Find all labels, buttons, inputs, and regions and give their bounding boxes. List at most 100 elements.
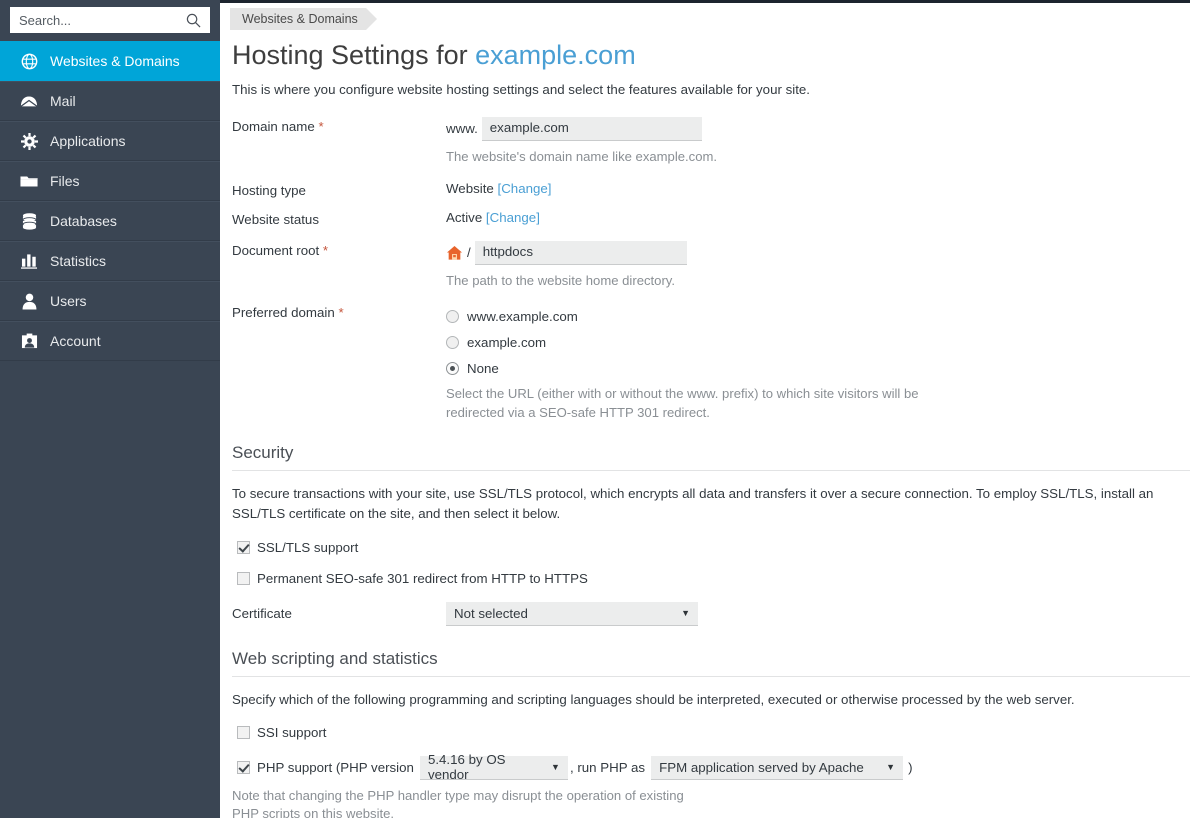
domain-name-label: Domain name *: [230, 113, 446, 134]
checkbox-label: Permanent SEO-safe 301 redirect from HTT…: [257, 570, 588, 586]
sidebar-item-label: Statistics: [50, 253, 107, 269]
preferred-domain-hint-line1: Select the URL (either with or without t…: [446, 386, 919, 402]
sidebar-item-applications[interactable]: Applications: [0, 121, 220, 161]
sidebar-item-label: Databases: [50, 213, 117, 229]
checkbox-box[interactable]: [237, 725, 250, 739]
chevron-down-icon: ▼: [681, 608, 690, 619]
field-row-website-status: Website status Active [Change]: [230, 206, 1190, 227]
label-text: Domain name: [232, 118, 315, 134]
gear-icon: [18, 132, 40, 150]
php-support-label-before: PHP support (PHP version: [257, 760, 414, 776]
required-marker: *: [322, 242, 329, 258]
checkbox-box[interactable]: [237, 571, 250, 585]
document-root-label: Document root *: [230, 237, 446, 258]
preferred-domain-options: www.example.com example.com None Select …: [446, 299, 1190, 422]
folder-icon: [18, 172, 40, 190]
preferred-domain-label: Preferred domain *: [230, 299, 446, 320]
page-title-domain: example.com: [475, 40, 636, 70]
breadcrumb-label: Websites & Domains: [242, 12, 358, 26]
radio-option-example[interactable]: example.com: [446, 329, 1190, 355]
web-scripting-description: Specify which of the following programmi…: [232, 692, 1075, 708]
website-status-value-area: Active [Change]: [446, 206, 1190, 225]
field-row-hosting-type: Hosting type Website [Change]: [230, 177, 1190, 198]
preferred-domain-hint-line2: redirected via a SEO-safe HTTP 301 redir…: [446, 404, 710, 420]
database-icon: [18, 212, 40, 230]
sidebar-item-label: Users: [50, 293, 87, 309]
radio-button[interactable]: [446, 361, 459, 375]
breadcrumb[interactable]: Websites & Domains: [230, 8, 377, 30]
document-root-hint: The path to the website home directory.: [446, 272, 676, 288]
radio-option-none[interactable]: None: [446, 355, 1190, 381]
user-icon: [18, 292, 40, 310]
sidebar-item-account[interactable]: Account: [0, 321, 220, 361]
path-separator: /: [467, 245, 471, 261]
certificate-value-area: Not selected ▼: [446, 601, 1190, 626]
hosting-type-value-area: Website [Change]: [446, 177, 1190, 196]
security-description: To secure transactions with your site, u…: [232, 486, 1154, 521]
required-marker: *: [318, 118, 324, 134]
radio-button[interactable]: [446, 335, 459, 349]
www-prefix: www.: [446, 121, 478, 137]
hosting-type-label: Hosting type: [232, 182, 306, 198]
sidebar-nav: Websites & Domains Mail Applications Fil…: [0, 41, 220, 361]
checkbox-label: SSL/TLS support: [257, 539, 359, 555]
radio-label: example.com: [467, 334, 547, 350]
field-row-domain-name: Domain name * www. The website's domain …: [230, 113, 1190, 166]
certificate-label: Certificate: [232, 605, 292, 621]
sidebar-item-databases[interactable]: Databases: [0, 201, 220, 241]
label-text: Preferred domain: [232, 305, 335, 321]
website-status-value: Active: [446, 209, 483, 225]
checkbox-label: SSI support: [257, 724, 327, 740]
php-note-line2: PHP scripts on this website.: [232, 806, 395, 818]
sidebar-item-websites-domains[interactable]: Websites & Domains: [0, 41, 220, 81]
main-content: Websites & Domains Hosting Settings for …: [220, 0, 1190, 818]
sidebar-item-files[interactable]: Files: [0, 161, 220, 201]
search-box[interactable]: [10, 7, 210, 33]
certificate-select[interactable]: Not selected ▼: [446, 601, 698, 626]
sidebar-item-statistics[interactable]: Statistics: [0, 241, 220, 281]
php-support-label-middle: , run PHP as: [569, 760, 646, 776]
id-card-icon: [18, 332, 40, 350]
sidebar-item-users[interactable]: Users: [0, 281, 220, 321]
search-icon[interactable]: [186, 13, 201, 28]
chevron-down-icon: ▼: [551, 762, 560, 773]
bar-chart-icon: [18, 252, 40, 270]
domain-name-input[interactable]: [481, 116, 702, 141]
domain-name-value-area: www. The website's domain name like exam…: [446, 113, 1190, 166]
page-title-prefix: Hosting Settings for: [232, 40, 476, 70]
field-row-preferred-domain: Preferred domain * www.example.com examp…: [230, 299, 1190, 422]
php-support-row: PHP support (PHP version 5.4.16 by OS ve…: [237, 752, 1190, 782]
website-status-change-link[interactable]: [Change]: [486, 210, 540, 225]
sidebar-item-mail[interactable]: Mail: [0, 81, 220, 121]
sidebar-item-label: Websites & Domains: [50, 53, 180, 69]
hosting-type-value: Website: [446, 180, 494, 196]
php-support-label-after: ): [908, 760, 913, 776]
php-version-select[interactable]: 5.4.16 by OS vendor ▼: [419, 752, 568, 782]
radio-label: www.example.com: [467, 308, 578, 324]
sidebar-item-label: Files: [50, 173, 80, 189]
checkbox-ssl-tls-support[interactable]: SSL/TLS support: [237, 540, 1190, 555]
document-root-input[interactable]: [474, 240, 687, 265]
php-handler-select[interactable]: FPM application served by Apache ▼: [651, 755, 904, 780]
checkbox-ssi-support[interactable]: SSI support: [237, 725, 1190, 740]
checkbox-box[interactable]: [237, 540, 250, 554]
page-title: Hosting Settings for example.com: [232, 40, 1190, 71]
home-icon[interactable]: [446, 245, 463, 261]
sidebar: Websites & Domains Mail: [0, 0, 220, 818]
security-section-heading: Security: [232, 443, 1190, 472]
radio-option-www-example[interactable]: www.example.com: [446, 303, 1190, 329]
radio-button[interactable]: [446, 309, 459, 323]
radio-label: None: [467, 360, 499, 376]
checkbox-seo-301-redirect[interactable]: Permanent SEO-safe 301 redirect from HTT…: [237, 571, 1190, 586]
checkbox-php-support[interactable]: [237, 761, 250, 775]
sidebar-item-label: Account: [50, 333, 101, 349]
plesk-hosting-settings-page: Websites & Domains Mail: [0, 0, 1190, 818]
web-scripting-section-heading: Web scripting and statistics: [232, 649, 1190, 678]
php-note-line1: Note that changing the PHP handler type …: [232, 787, 684, 803]
php-handler-value: FPM application served by Apache: [659, 759, 864, 775]
field-row-certificate: Certificate Not selected ▼: [230, 601, 1190, 626]
hosting-type-change-link[interactable]: [Change]: [498, 181, 552, 196]
search-input[interactable]: [19, 12, 182, 28]
sidebar-search-area: [0, 0, 220, 41]
certificate-selected-value: Not selected: [454, 605, 528, 621]
